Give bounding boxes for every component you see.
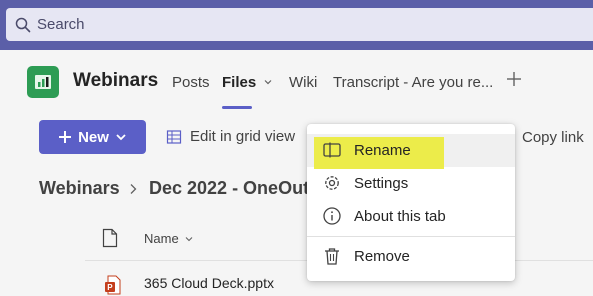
- menu-item-label: About this tab: [354, 208, 446, 225]
- plus-icon: [59, 131, 72, 143]
- rename-icon: [323, 142, 341, 158]
- info-icon: [323, 207, 341, 225]
- gear-icon: [325, 176, 339, 190]
- title-bar: Search: [0, 0, 593, 50]
- search-box[interactable]: Search: [6, 8, 593, 41]
- breadcrumb-root[interactable]: Webinars: [39, 178, 120, 199]
- tab-posts[interactable]: Posts: [172, 74, 210, 91]
- chevron-right-icon: [130, 184, 137, 194]
- tab-transcript[interactable]: Transcript - Are you re...: [333, 74, 493, 91]
- name-column-label: Name: [144, 231, 179, 246]
- add-tab-button[interactable]: [505, 70, 523, 93]
- menu-item-remove[interactable]: Remove: [307, 240, 515, 273]
- edit-in-grid-view-label: Edit in grid view: [190, 128, 296, 145]
- powerpoint-file-icon: P: [105, 275, 121, 295]
- name-column-header[interactable]: Name: [144, 231, 194, 246]
- svg-text:P: P: [107, 283, 113, 292]
- new-button[interactable]: New: [39, 120, 146, 154]
- tab-files[interactable]: Files: [222, 74, 273, 91]
- plus-icon: [507, 72, 521, 86]
- search-placeholder[interactable]: Search: [37, 16, 85, 33]
- menu-item-label: Remove: [354, 248, 410, 265]
- team-logo-icon: [35, 75, 51, 89]
- menu-item-settings[interactable]: Settings: [307, 167, 515, 200]
- chevron-down-icon: [264, 80, 272, 85]
- breadcrumb-current: Dec 2022 - OneOut: [149, 178, 310, 198]
- menu-item-about-this-tab[interactable]: About this tab: [307, 200, 515, 233]
- chevron-down-icon: [116, 134, 126, 141]
- active-tab-indicator: [222, 106, 252, 109]
- menu-divider: [307, 236, 515, 237]
- copy-link-button[interactable]: Copy link: [522, 129, 584, 146]
- team-logo: [27, 66, 59, 98]
- tab-wiki[interactable]: Wiki: [289, 74, 317, 91]
- edit-in-grid-view-button[interactable]: Edit in grid view: [166, 128, 295, 145]
- trash-icon: [325, 248, 339, 265]
- grid-icon: [166, 129, 182, 144]
- menu-item-rename[interactable]: Rename: [307, 134, 515, 169]
- team-name: Webinars: [73, 70, 159, 91]
- chevron-down-icon: [185, 236, 193, 241]
- tab-context-menu: Rename Settings About this tab Remove: [307, 124, 515, 281]
- list-item[interactable]: 365 Cloud Deck.pptx: [144, 275, 274, 291]
- tab-files-label: Files: [222, 74, 257, 91]
- document-icon: [102, 228, 118, 248]
- new-button-label: New: [78, 128, 109, 146]
- menu-item-label: Rename: [354, 142, 411, 159]
- search-icon: [15, 17, 31, 32]
- menu-item-label: Settings: [354, 175, 409, 192]
